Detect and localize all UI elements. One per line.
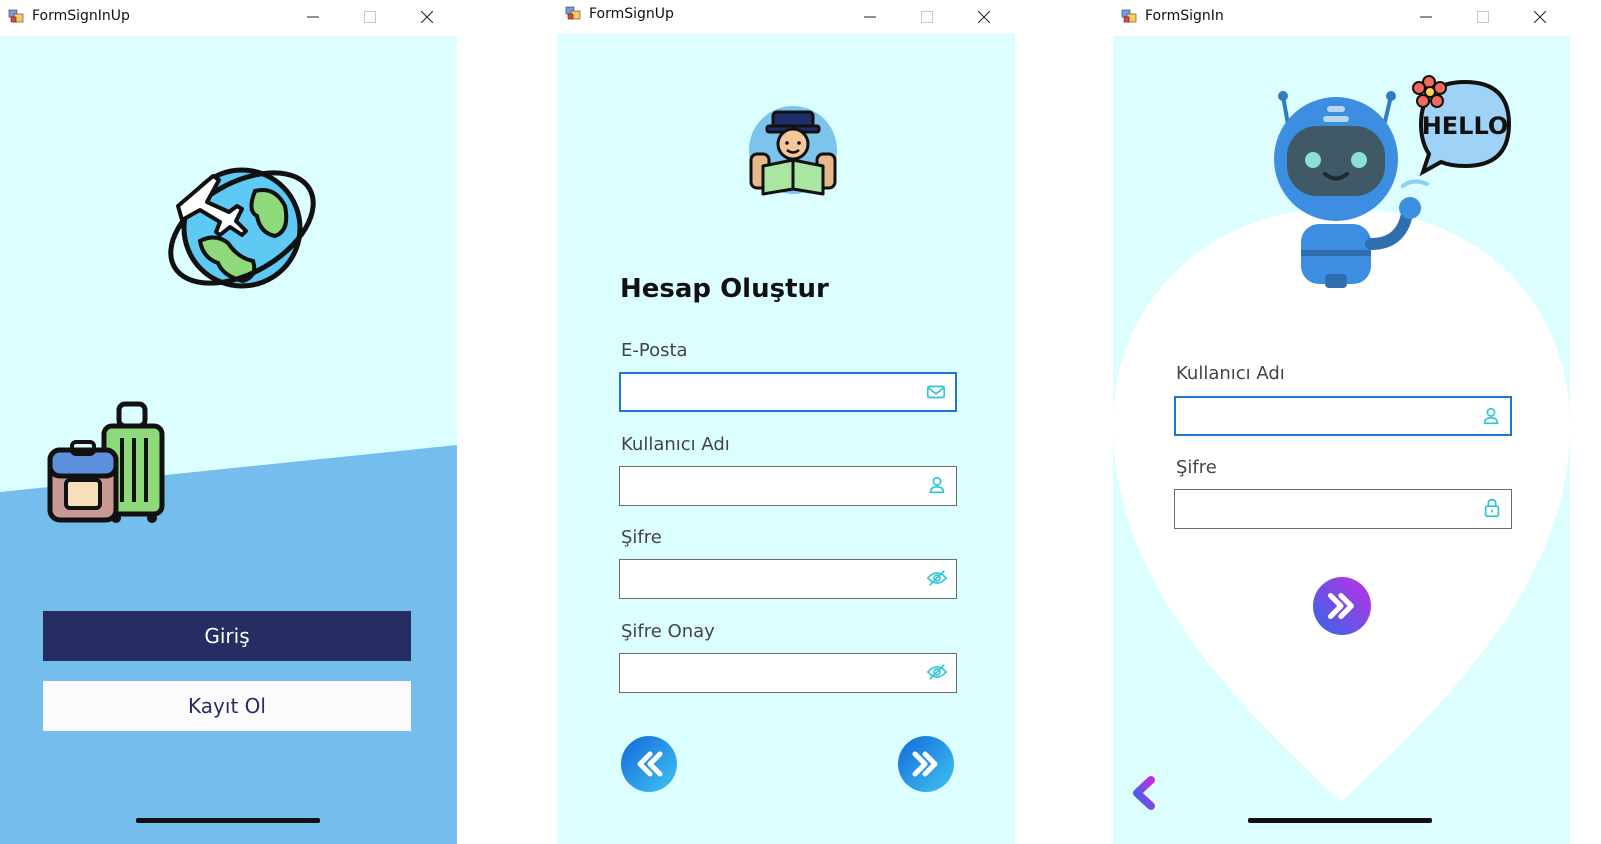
minimize-button[interactable]: [847, 0, 893, 34]
lock-icon: [1484, 498, 1500, 518]
titlebar[interactable]: FormSignUp: [557, 0, 1015, 34]
double-chevron-left-icon: [621, 736, 677, 792]
password-confirm-label: Şifre Onay: [621, 621, 715, 642]
close-icon: [978, 11, 990, 23]
page-title: Hesap Oluştur: [620, 274, 829, 304]
password-input[interactable]: [628, 566, 918, 592]
maximize-icon: [921, 11, 933, 23]
username-label: Kullanıcı Adı: [1176, 363, 1285, 384]
login-button[interactable]: Giriş: [43, 611, 411, 661]
minimize-button[interactable]: [290, 0, 336, 34]
form-client-area: Giriş Kayıt Ol: [0, 36, 457, 844]
maximize-icon: [1477, 11, 1489, 23]
maximize-button[interactable]: [1460, 0, 1506, 34]
minimize-button[interactable]: [1403, 0, 1449, 34]
maximize-button[interactable]: [347, 0, 393, 34]
password-label: Şifre: [1176, 457, 1217, 478]
window-title: FormSignIn: [1145, 8, 1224, 24]
username-input[interactable]: [1184, 404, 1472, 430]
titlebar[interactable]: FormSignIn: [1113, 0, 1570, 34]
double-chevron-right-icon: [1313, 577, 1371, 635]
app-icon: [565, 6, 581, 20]
window-form-sign-in: FormSignIn HELLO Kullanıcı Adı Şifre: [1113, 0, 1570, 844]
minimize-icon: [307, 16, 319, 18]
user-icon: [929, 476, 945, 494]
password-label: Şifre: [621, 527, 662, 548]
window-title: FormSignInUp: [32, 8, 130, 24]
home-indicator: [1248, 818, 1432, 823]
password-field[interactable]: [619, 559, 957, 599]
traveler-avatar-illustration: [749, 106, 837, 196]
back-button[interactable]: [621, 736, 677, 792]
titlebar[interactable]: FormSignInUp: [0, 0, 457, 34]
email-label: E-Posta: [621, 340, 688, 361]
robot-hello-illustration: HELLO: [1274, 75, 1512, 288]
close-button[interactable]: [961, 0, 1007, 34]
register-button[interactable]: Kayıt Ol: [43, 681, 411, 731]
maximize-button[interactable]: [904, 0, 950, 34]
eye-off-icon[interactable]: [926, 661, 948, 683]
sign-in-button[interactable]: [1313, 577, 1371, 635]
mail-icon: [926, 385, 946, 399]
flower-icon: [1412, 75, 1447, 108]
user-icon: [1483, 407, 1499, 425]
app-icon: [8, 9, 24, 23]
back-chevron-icon[interactable]: [1131, 776, 1159, 810]
form-client-area: HELLO Kullanıcı Adı Şifre: [1113, 36, 1570, 844]
double-chevron-right-icon: [898, 736, 954, 792]
app-icon: [1121, 9, 1137, 23]
next-button[interactable]: [898, 736, 954, 792]
password-confirm-input[interactable]: [628, 660, 918, 686]
email-field[interactable]: [619, 372, 957, 412]
email-input[interactable]: [629, 380, 917, 406]
minimize-icon: [864, 16, 876, 18]
window-title: FormSignUp: [589, 6, 674, 22]
close-icon: [1534, 11, 1546, 23]
close-button[interactable]: [1517, 0, 1563, 34]
globe-plane-illustration: [168, 167, 316, 289]
form-client-area: Hesap Oluştur E-Posta Kullanıcı Adı Şifr…: [557, 34, 1015, 844]
username-field[interactable]: [1174, 396, 1512, 436]
password-confirm-field[interactable]: [619, 653, 957, 693]
username-label: Kullanıcı Adı: [621, 434, 730, 455]
window-form-sign-in-up: FormSignInUp Giriş Kayıt Ol: [0, 0, 457, 844]
close-icon: [421, 11, 433, 23]
password-input[interactable]: [1183, 496, 1473, 522]
username-input[interactable]: [628, 473, 918, 499]
window-form-sign-up: FormSignUp Hesap Oluştur E-Posta Kullanı…: [557, 0, 1015, 844]
eye-off-icon[interactable]: [926, 567, 948, 589]
close-button[interactable]: [404, 0, 450, 34]
luggage-illustration: [47, 401, 165, 523]
password-field[interactable]: [1174, 489, 1512, 529]
maximize-icon: [364, 11, 376, 23]
home-indicator: [136, 818, 320, 823]
hello-text: HELLO: [1422, 112, 1509, 140]
username-field[interactable]: [619, 466, 957, 506]
minimize-icon: [1420, 16, 1432, 18]
